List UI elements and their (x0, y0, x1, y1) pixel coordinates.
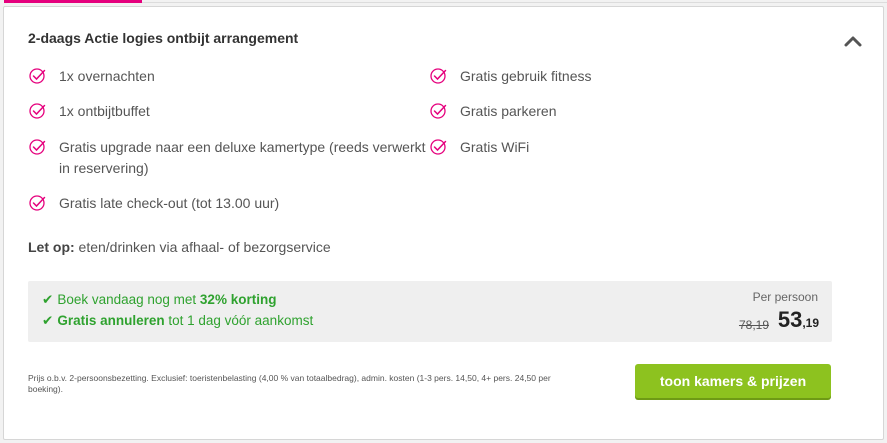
feature-label: Gratis parkeren (460, 103, 557, 119)
feature-item: Gratis late check-out (tot 13.00 uur) (28, 193, 398, 214)
note-label: Let op: (28, 239, 75, 255)
feature-item: Gratis WiFi (429, 137, 729, 158)
feature-label: 1x ontbijtbuffet (59, 103, 150, 119)
show-rooms-button[interactable]: toon kamers & prijzen (635, 364, 831, 398)
discount-value: 32% korting (199, 292, 277, 307)
fine-print: Prijs o.b.v. 2-persoonsbezetting. Exclus… (28, 373, 551, 394)
feature-item: Gratis upgrade naar een deluxe kamertype… (28, 137, 428, 179)
current-price: 53,19 (778, 307, 819, 333)
check-circle-icon (29, 139, 46, 155)
collapse-button[interactable] (843, 31, 863, 51)
note: Let op: eten/drinken via afhaal- of bezo… (28, 239, 331, 255)
cancellation-suffix: tot 1 dag vóór aankomst (164, 313, 314, 328)
package-card: 2-daags Actie logies ontbijt arrangement… (3, 6, 884, 440)
feature-item: Gratis parkeren (429, 101, 729, 122)
cancellation-bold: Gratis annuleren (57, 313, 165, 328)
check-circle-icon (430, 103, 447, 119)
feature-item: 1x ontbijtbuffet (28, 101, 398, 122)
package-title: 2-daags Actie logies ontbijt arrangement (28, 30, 299, 46)
note-text: eten/drinken via afhaal- of bezorgservic… (74, 239, 331, 255)
feature-label: Gratis gebruik fitness (460, 68, 592, 84)
per-person-label: Per persoon (752, 290, 818, 304)
check-circle-icon (29, 103, 46, 119)
check-icon: ✔ (42, 313, 54, 328)
feature-item: 1x overnachten (28, 66, 398, 87)
feature-label: Gratis WiFi (460, 139, 530, 155)
chevron-up-icon (844, 36, 862, 47)
feature-item: Gratis gebruik fitness (429, 66, 729, 87)
check-circle-icon (430, 68, 447, 84)
old-price: 78,19 (738, 318, 769, 332)
discount-line: ✔ Boek vandaag nog met 32% korting (42, 292, 276, 308)
check-icon: ✔ (42, 292, 54, 307)
check-circle-icon (29, 195, 46, 211)
check-circle-icon (29, 68, 46, 84)
price-whole: 53 (777, 307, 803, 332)
feature-label: Gratis late check-out (tot 13.00 uur) (59, 195, 280, 211)
discount-prefix: Boek vandaag nog met (57, 292, 200, 307)
check-circle-icon (430, 139, 447, 155)
active-tab-indicator (4, 0, 142, 3)
promo-box: ✔ Boek vandaag nog met 32% korting ✔ Grati… (28, 281, 832, 342)
cancellation-line: ✔ Gratis annuleren tot 1 dag vóór aankoms… (42, 313, 313, 329)
feature-label: Gratis upgrade naar een deluxe kamertype… (59, 139, 426, 176)
price-cents: ,19 (802, 316, 819, 330)
divider (142, 2, 887, 3)
feature-label: 1x overnachten (59, 68, 155, 84)
